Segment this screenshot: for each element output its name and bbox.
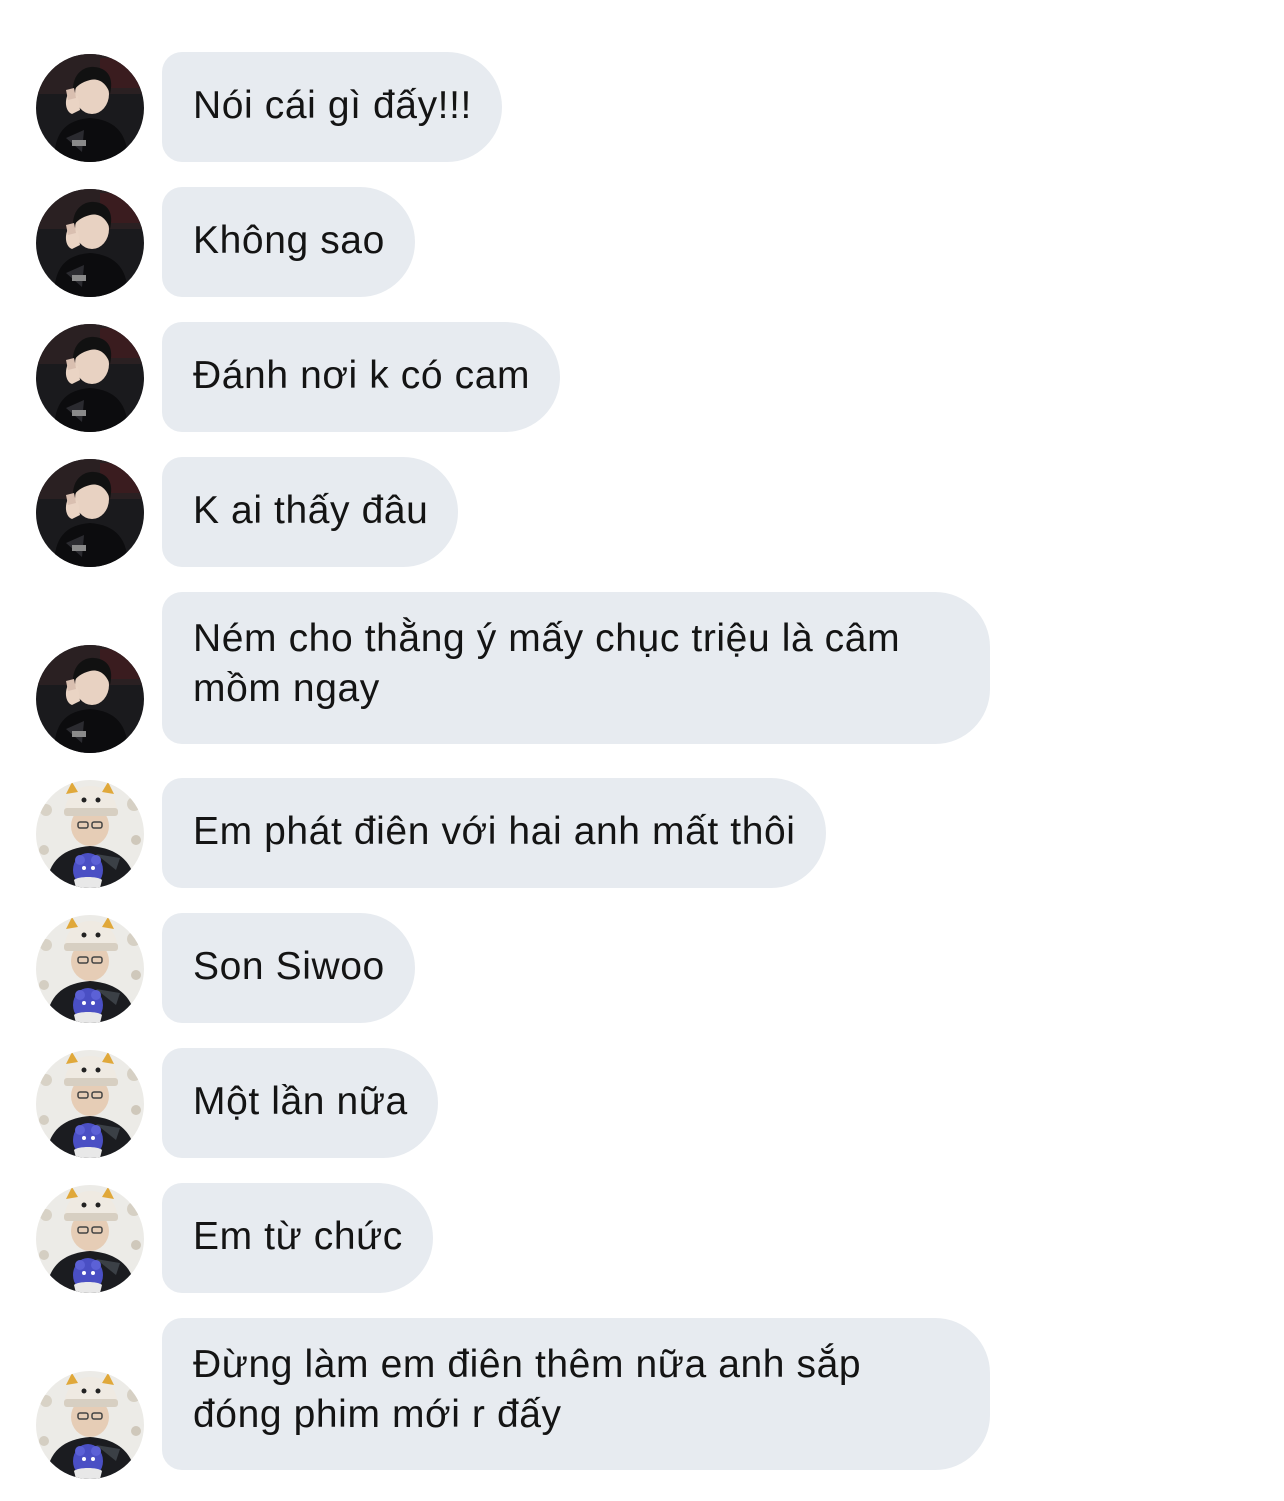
message-bubble[interactable]: Ném cho thằng ý mấy chục triệu là câm mồ… (162, 592, 990, 744)
avatar-photo-cat-hat-icon[interactable] (36, 915, 144, 1023)
message-bubble[interactable]: Một lần nữa (162, 1048, 438, 1158)
avatar-photo-dark-jacket-icon[interactable] (36, 189, 144, 297)
message-text: K ai thấy đâu (193, 489, 429, 532)
avatar-photo-cat-hat-icon[interactable] (36, 780, 144, 888)
message-text: Đánh nơi k có cam (193, 354, 531, 397)
message-bubble[interactable]: Son Siwoo (162, 913, 415, 1023)
message-text: Em từ chức (193, 1215, 403, 1258)
avatar-photo-dark-jacket-icon[interactable] (36, 324, 144, 432)
message-text: Son Siwoo (193, 945, 385, 988)
message-text: Nói cái gì đấy!!! (193, 84, 472, 127)
message-bubble[interactable]: Em phát điên với hai anh mất thôi (162, 778, 826, 888)
avatar-photo-dark-jacket-icon[interactable] (36, 459, 144, 567)
avatar-photo-cat-hat-icon[interactable] (36, 1371, 144, 1479)
message-bubble[interactable]: Đánh nơi k có cam (162, 322, 561, 432)
message-bubble[interactable]: K ai thấy đâu (162, 457, 459, 567)
message-text: Một lần nữa (193, 1080, 408, 1123)
message-text: Không sao (193, 219, 385, 262)
avatar-photo-dark-jacket-icon[interactable] (36, 645, 144, 753)
message-bubble[interactable]: Em từ chức (162, 1183, 433, 1293)
message-thread: Nói cái gì đấy!!! Không sao Đánh nơi k c… (0, 0, 1284, 1501)
message-text: Đừng làm em điên thêm nữa anh sắp đóng p… (193, 1343, 862, 1436)
message-bubble[interactable]: Không sao (162, 187, 415, 297)
message-bubble[interactable]: Đừng làm em điên thêm nữa anh sắp đóng p… (162, 1318, 990, 1470)
avatar-photo-dark-jacket-icon[interactable] (36, 54, 144, 162)
avatar-photo-cat-hat-icon[interactable] (36, 1050, 144, 1158)
message-text: Em phát điên với hai anh mất thôi (193, 810, 796, 853)
message-text: Ném cho thằng ý mấy chục triệu là câm mồ… (193, 617, 901, 710)
message-bubble[interactable]: Nói cái gì đấy!!! (162, 52, 502, 162)
avatar-photo-cat-hat-icon[interactable] (36, 1185, 144, 1293)
